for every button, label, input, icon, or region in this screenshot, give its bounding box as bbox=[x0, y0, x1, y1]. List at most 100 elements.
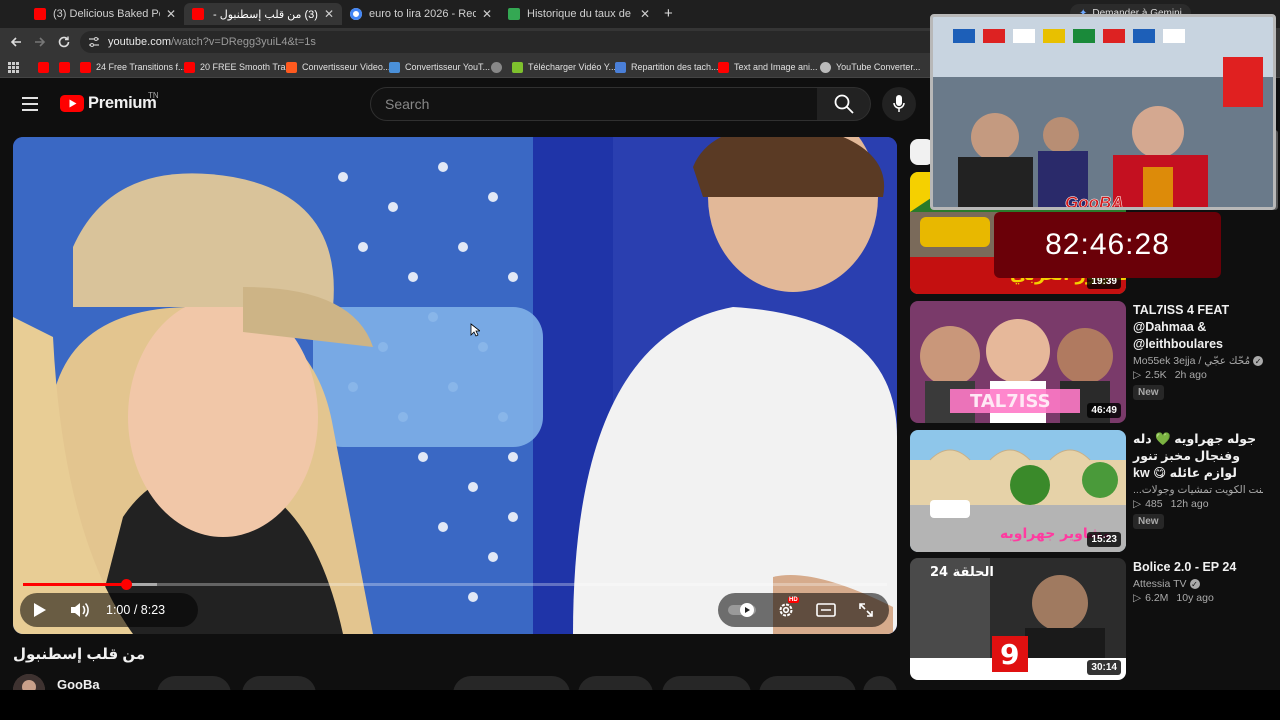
youtube-bookmark-icon bbox=[59, 61, 70, 73]
bookmark-item[interactable]: YouTube Converter... bbox=[820, 60, 920, 74]
theater-mode-button[interactable] bbox=[806, 593, 846, 627]
browser-tab-active[interactable]: (3) من قلب إسطنبول - YouTube ✕ bbox=[184, 3, 342, 25]
site-info-icon[interactable] bbox=[88, 36, 100, 48]
video-thumbnail[interactable]: TAL7ISS 46:49 bbox=[910, 301, 1126, 423]
close-tab-icon[interactable]: ✕ bbox=[482, 7, 492, 21]
video-meta: جوله جهراويه 💚 دله وفنجال مخبز تنور لواز… bbox=[1133, 431, 1263, 529]
thumbnail-caption: الحلقة 24 bbox=[930, 565, 994, 580]
channel-name[interactable]: Attessia TV bbox=[1133, 578, 1187, 590]
youtube-bookmark-icon bbox=[718, 61, 729, 73]
page-scrollbar[interactable] bbox=[1271, 130, 1279, 690]
youtube-bookmark-icon bbox=[80, 61, 91, 73]
autoplay-toggle-icon bbox=[728, 603, 756, 617]
channel-line: Attessia TV ✓ bbox=[1133, 578, 1263, 590]
sheets-favicon-icon bbox=[508, 8, 520, 20]
gear-icon bbox=[779, 603, 793, 617]
bookmark-item[interactable] bbox=[491, 60, 502, 74]
search-button[interactable] bbox=[817, 87, 871, 121]
channel-name[interactable]: يوميات بنت الكويت تمشيات وجولات... bbox=[1133, 484, 1263, 496]
progress-scrubber[interactable] bbox=[121, 579, 133, 590]
settings-button[interactable]: HD bbox=[766, 593, 806, 627]
recommendation-card[interactable]: 9 الحلقة 24 30:14 Bolice 2.0 - EP 24 Att… bbox=[910, 558, 1270, 682]
bookmark-item[interactable] bbox=[38, 60, 49, 74]
recommendation-card[interactable]: TAL7ISS 46:49 TAL7ISS 4 FEAT @Dahmaa & @… bbox=[910, 301, 1270, 425]
bookmark-item[interactable]: 24 Free Transitions f... bbox=[80, 60, 186, 74]
bookmark-item[interactable]: Text and Image ani... bbox=[718, 60, 818, 74]
time-display: 1:00 / 8:23 bbox=[106, 603, 165, 617]
bookmark-item[interactable]: Repartition des tach... bbox=[615, 60, 719, 74]
svg-text:9: 9 bbox=[1000, 638, 1019, 671]
time-separator: / bbox=[130, 603, 141, 617]
bookmark-item[interactable]: Convertisseur YouT... bbox=[389, 60, 490, 74]
browser-tab[interactable]: Historique du taux de change E ✕ bbox=[500, 3, 658, 25]
view-count: 2.5K bbox=[1145, 369, 1167, 381]
forward-arrow-icon[interactable] bbox=[33, 35, 47, 49]
video-frame bbox=[13, 137, 897, 634]
youtube-play-logo-icon bbox=[60, 95, 84, 112]
channel-name[interactable]: Mo55ek 3ejja / مُحّك عجّي bbox=[1133, 355, 1250, 367]
new-tab-button[interactable]: + bbox=[664, 5, 673, 22]
bookmark-label: Repartition des tach... bbox=[631, 62, 719, 72]
volume-button[interactable] bbox=[60, 593, 100, 627]
video-title[interactable]: Bolice 2.0 - EP 24 bbox=[1133, 559, 1263, 576]
current-time: 1:00 bbox=[106, 603, 131, 617]
close-tab-icon[interactable]: ✕ bbox=[324, 7, 334, 21]
search-input[interactable]: Search bbox=[370, 87, 818, 121]
bookmark-item[interactable]: Convertisseur Video... bbox=[286, 60, 390, 74]
play-count-icon: ▷ bbox=[1133, 369, 1142, 381]
close-tab-icon[interactable]: ✕ bbox=[166, 7, 176, 21]
url-path: /watch?v=DRegg3yuiL4&t=1s bbox=[170, 36, 316, 48]
progress-played bbox=[23, 583, 127, 586]
play-button[interactable] bbox=[20, 593, 60, 627]
bookmark-label: Télécharger Vidéo Y... bbox=[528, 62, 617, 72]
new-badge: New bbox=[1133, 514, 1164, 529]
fullscreen-icon bbox=[859, 603, 873, 617]
view-count: 485 bbox=[1145, 498, 1163, 510]
progress-bar[interactable] bbox=[23, 579, 887, 590]
video-player[interactable]: 1:00 / 8:23 HD bbox=[13, 137, 897, 634]
hamburger-menu-icon[interactable] bbox=[22, 97, 38, 111]
back-arrow-icon[interactable] bbox=[9, 35, 23, 49]
left-controls: 1:00 / 8:23 bbox=[20, 593, 198, 627]
reload-icon[interactable] bbox=[57, 35, 71, 49]
video-thumbnail[interactable]: مشاوير جهراويه 15:23 bbox=[910, 430, 1126, 552]
youtube-logo[interactable]: Premium bbox=[60, 94, 157, 113]
recommendation-card[interactable]: مشاوير جهراويه 15:23 جوله جهراويه 💚 دله … bbox=[910, 430, 1270, 554]
video-thumbnail[interactable]: 9 الحلقة 24 30:14 bbox=[910, 558, 1126, 680]
tab-title: (3) Delicious Baked Potato Kum bbox=[53, 8, 160, 20]
youtube-bookmark-icon bbox=[184, 61, 195, 73]
youtube-favicon-icon bbox=[192, 8, 204, 20]
browser-tab[interactable]: euro to lira 2026 - Recherche G ✕ bbox=[342, 3, 500, 25]
play-icon bbox=[34, 603, 46, 617]
tab-title: Historique du taux de change E bbox=[527, 8, 634, 20]
bookmark-item[interactable]: Télécharger Vidéo Y... bbox=[512, 60, 616, 74]
video-duration: 46:49 bbox=[1087, 403, 1121, 418]
apps-grid-icon[interactable] bbox=[8, 60, 19, 74]
voice-search-button[interactable] bbox=[882, 87, 916, 121]
close-tab-icon[interactable]: ✕ bbox=[640, 7, 650, 21]
autoplay-toggle[interactable] bbox=[718, 593, 766, 627]
bookmark-label: 20 FREE Smooth Tra... bbox=[200, 62, 294, 72]
tab-title: (3) من قلب إسطنبول - YouTube bbox=[211, 8, 318, 21]
video-title[interactable]: جوله جهراويه 💚 دله وفنجال مخبز تنور لواز… bbox=[1133, 431, 1263, 482]
stats-line: ▷ 2.5K 2h ago bbox=[1133, 369, 1263, 381]
url-bar[interactable]: youtube.com/watch?v=DRegg3yuiL4&t=1s bbox=[80, 31, 940, 53]
bookmark-label: Convertisseur YouT... bbox=[405, 62, 491, 72]
country-code: TN bbox=[148, 91, 159, 100]
z-logo-icon bbox=[286, 61, 297, 73]
bookmark-item[interactable] bbox=[59, 60, 70, 74]
upload-age: 12h ago bbox=[1170, 498, 1209, 510]
video-duration: 15:23 bbox=[1087, 532, 1121, 547]
globe-icon bbox=[491, 61, 502, 73]
docs-icon bbox=[615, 61, 626, 73]
thumbnail-caption: TAL7ISS bbox=[970, 391, 1051, 412]
bottom-black-bar bbox=[0, 690, 1280, 720]
video-meta: TAL7ISS 4 FEAT @Dahmaa & @leithboulares … bbox=[1133, 302, 1263, 400]
browser-tab[interactable]: (3) Delicious Baked Potato Kum ✕ bbox=[26, 3, 184, 25]
fullscreen-button[interactable] bbox=[846, 593, 886, 627]
video-title[interactable]: TAL7ISS 4 FEAT @Dahmaa & @leithboulares bbox=[1133, 302, 1263, 353]
bookmark-item[interactable]: 20 FREE Smooth Tra... bbox=[184, 60, 293, 74]
play-count-icon: ▷ bbox=[1133, 498, 1142, 510]
webcam-overlay: GooBA bbox=[930, 14, 1276, 210]
bookmark-label: 24 Free Transitions f... bbox=[96, 62, 186, 72]
